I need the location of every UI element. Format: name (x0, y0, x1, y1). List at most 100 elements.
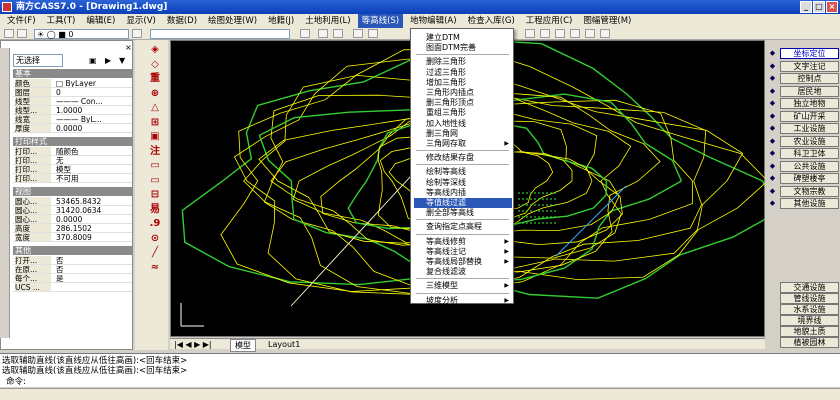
selection-combo[interactable]: 无选择 (13, 54, 63, 67)
menu-item[interactable]: 重组三角形 (414, 108, 512, 118)
property-row[interactable]: 厚度 0.0000 (13, 124, 132, 133)
layer-combo[interactable]: ☀ ◯ ■ 0 (34, 29, 129, 39)
symbol-button[interactable]: 控制点 (780, 73, 839, 84)
cut-icon[interactable] (368, 29, 378, 38)
draw-tool-icon[interactable]: ╱ (149, 247, 161, 259)
draw-tool-icon[interactable]: ▣ (149, 131, 161, 143)
menu-10[interactable]: 检查入库(G) (464, 14, 519, 28)
symbol-button[interactable]: 文字注记 (780, 60, 839, 72)
symbol-button[interactable]: 坐标定位 (780, 48, 839, 59)
menu-item[interactable]: 三角形内插点 (414, 88, 512, 98)
property-row[interactable]: 打印... 模型 (13, 165, 132, 174)
menu-6[interactable]: 地籍(J) (264, 14, 298, 28)
new-icon[interactable] (4, 29, 14, 38)
symbol-tool-icon[interactable]: ◆ (767, 98, 778, 109)
menu-item[interactable]: 修改结果存盘 (414, 153, 512, 163)
symbol-tool-icon[interactable]: ◆ (767, 136, 778, 147)
symbol-button[interactable]: 管线设施 (780, 293, 839, 304)
menu-2[interactable]: 编辑(E) (82, 14, 119, 28)
menu-7[interactable]: 土地利用(L) (301, 14, 354, 28)
command-input[interactable]: 命令: (0, 377, 840, 387)
maximize-button[interactable]: □ (813, 1, 825, 13)
menu-item[interactable]: 等值线过滤 (414, 198, 512, 208)
symbol-button[interactable]: 交通设施 (780, 282, 839, 293)
symbol-button[interactable]: 公共设施 (780, 160, 839, 172)
zoom-icon[interactable] (525, 29, 535, 38)
tab-nav-first-icon[interactable]: |◀ ◀ ▶ ▶| (174, 339, 212, 350)
draw-tool-icon[interactable]: ◇ (149, 59, 161, 71)
section-basic[interactable]: 基本 (13, 69, 132, 78)
menu-item[interactable]: 过滤三角形 (414, 68, 512, 78)
symbol-tool-icon[interactable]: ◆ (767, 48, 778, 59)
symbol-tool-icon[interactable]: ◆ (767, 198, 778, 209)
grid-icon[interactable] (555, 29, 565, 38)
symbol-button[interactable]: 工业设施 (780, 123, 839, 134)
linetype-icon[interactable] (300, 29, 310, 38)
symbol-tool-icon[interactable]: ◆ (767, 111, 778, 122)
tab-layout1[interactable]: Layout1 (264, 339, 304, 350)
section-view[interactable]: 视图 (13, 187, 132, 196)
draw-tool-icon[interactable]: ▭ (149, 175, 161, 187)
minimize-button[interactable]: _ (800, 1, 812, 13)
measure-icon[interactable] (585, 29, 595, 38)
property-row[interactable]: 圆心... 0.0000 (13, 215, 132, 224)
symbol-tool-icon[interactable]: ◆ (767, 161, 778, 172)
menu-item[interactable]: 建立DTM (414, 33, 512, 43)
menu-item[interactable]: 删除三角形 (414, 57, 512, 67)
property-row[interactable]: UCS ... (13, 283, 132, 292)
property-row[interactable]: 图层 0 (13, 88, 132, 97)
property-row[interactable]: 每个... 是 (13, 274, 132, 283)
property-row[interactable]: 线型... 1.0000 (13, 106, 132, 115)
draw-tool-icon[interactable]: △ (149, 102, 161, 114)
menu-8[interactable]: 等高线(S) (357, 14, 404, 28)
layer-prev-icon[interactable] (132, 29, 142, 38)
pen-icon[interactable] (353, 29, 363, 38)
symbol-button[interactable]: 矿山开采 (780, 110, 839, 122)
slope-icon[interactable] (600, 29, 610, 38)
symbol-tool-icon[interactable]: ◆ (767, 123, 778, 134)
color-combo[interactable] (150, 29, 290, 39)
draw-tool-icon[interactable]: 重 (149, 73, 161, 85)
symbol-button[interactable]: 科卫卫体 (780, 148, 839, 159)
property-row[interactable]: 圆心... 53465.8432 (13, 197, 132, 206)
symbol-tool-icon[interactable]: ◆ (767, 73, 778, 84)
property-row[interactable]: 颜色 □ ByLayer (13, 79, 132, 88)
tab-model[interactable]: 模型 (230, 339, 256, 352)
menu-item[interactable]: 等高线修剪 ▶ (414, 237, 512, 247)
property-row[interactable]: 打印... 无 (13, 156, 132, 165)
draw-tool-icon[interactable]: 注 (149, 146, 161, 158)
property-row[interactable]: 线型 ——— Con... (13, 97, 132, 106)
property-row[interactable]: 打印... 随颜色 (13, 147, 132, 156)
filter-icon[interactable]: ▼ (119, 56, 125, 65)
property-row[interactable]: 宽度 370.8009 (13, 233, 132, 242)
menu-item[interactable]: 删三角形顶点 (414, 98, 512, 108)
symbol-button[interactable]: 碑塑楼亭 (780, 173, 839, 184)
save-icon[interactable] (333, 29, 343, 38)
menu-item[interactable]: 查询指定点高程 (414, 222, 512, 232)
draw-tool-icon[interactable]: ⊞ (149, 117, 161, 129)
property-row[interactable]: 高度 286.1502 (13, 224, 132, 233)
menu-item[interactable]: 复合线滤波 (414, 267, 512, 277)
draw-tool-icon[interactable]: ⊕ (149, 88, 161, 100)
draw-tool-icon[interactable]: .9 (149, 218, 161, 230)
menu-4[interactable]: 数据(D) (163, 14, 201, 28)
symbol-button[interactable]: 其他设施 (780, 198, 839, 209)
menu-item[interactable]: 等高线内插 (414, 188, 512, 198)
symbol-button[interactable]: 居民地 (780, 85, 839, 97)
symbol-button[interactable]: 植被园林 (780, 337, 839, 348)
symbol-tool-icon[interactable]: ◆ (767, 148, 778, 159)
property-row[interactable]: 在原... 否 (13, 265, 132, 274)
close-button[interactable]: × (826, 1, 838, 13)
menu-item[interactable]: 等高线注记 ▶ (414, 247, 512, 257)
property-row[interactable]: 圆心... 31420.0634 (13, 206, 132, 215)
draw-tool-icon[interactable]: ▭ (149, 160, 161, 172)
draw-tool-icon[interactable]: ≈ (149, 262, 161, 274)
open-icon[interactable] (318, 29, 328, 38)
draw-tool-icon[interactable]: 易 (149, 204, 161, 216)
menu-item[interactable]: 增加三角形 (414, 78, 512, 88)
section-print-style[interactable]: 打印样式 (13, 137, 132, 146)
menu-item[interactable]: 删三角网 (414, 129, 512, 139)
symbol-button[interactable]: 文物宗教 (780, 185, 839, 197)
menu-item[interactable]: 删全部等高线 (414, 208, 512, 218)
layer-manager-icon[interactable] (17, 29, 27, 38)
